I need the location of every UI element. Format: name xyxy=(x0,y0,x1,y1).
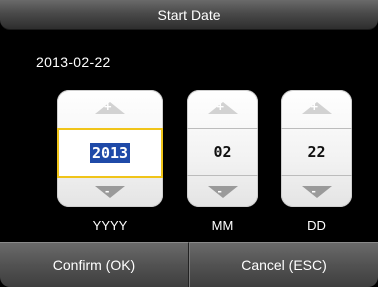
year-field[interactable]: 2013 xyxy=(57,128,163,178)
year-label: YYYY xyxy=(92,218,128,233)
day-value: 22 xyxy=(307,143,326,161)
day-field[interactable]: 22 xyxy=(281,128,352,176)
day-label: DD xyxy=(307,218,326,233)
day-decrement-icon[interactable]: - xyxy=(301,183,332,198)
year-increment-icon[interactable]: + xyxy=(95,99,125,114)
month-label: MM xyxy=(211,218,234,233)
plus-icon: + xyxy=(216,99,225,114)
month-field[interactable]: 02 xyxy=(187,128,258,176)
button-bar: Confirm (OK) Cancel (ESC) xyxy=(0,242,378,287)
plus-icon: + xyxy=(310,99,319,114)
confirm-button[interactable]: Confirm (OK) xyxy=(0,242,189,287)
minus-icon: - xyxy=(311,183,316,198)
month-spinner[interactable]: + 02 - xyxy=(187,90,258,207)
month-increment-icon[interactable]: + xyxy=(207,99,238,114)
month-value: 02 xyxy=(213,143,232,161)
day-spinner[interactable]: + 22 - xyxy=(281,90,352,207)
minus-icon: - xyxy=(105,183,110,198)
year-decrement-icon[interactable]: - xyxy=(95,183,125,198)
current-date-display: 2013-02-22 xyxy=(36,54,111,70)
day-increment-icon[interactable]: + xyxy=(301,99,332,114)
minus-icon: - xyxy=(217,183,222,198)
year-spinner[interactable]: + 2013 - xyxy=(57,90,163,207)
month-decrement-icon[interactable]: - xyxy=(207,183,238,198)
dialog-title: Start Date xyxy=(157,7,221,23)
plus-icon: + xyxy=(104,99,112,114)
title-bar: Start Date xyxy=(0,0,378,30)
cancel-button[interactable]: Cancel (ESC) xyxy=(189,242,378,287)
year-value: 2013 xyxy=(89,143,131,163)
